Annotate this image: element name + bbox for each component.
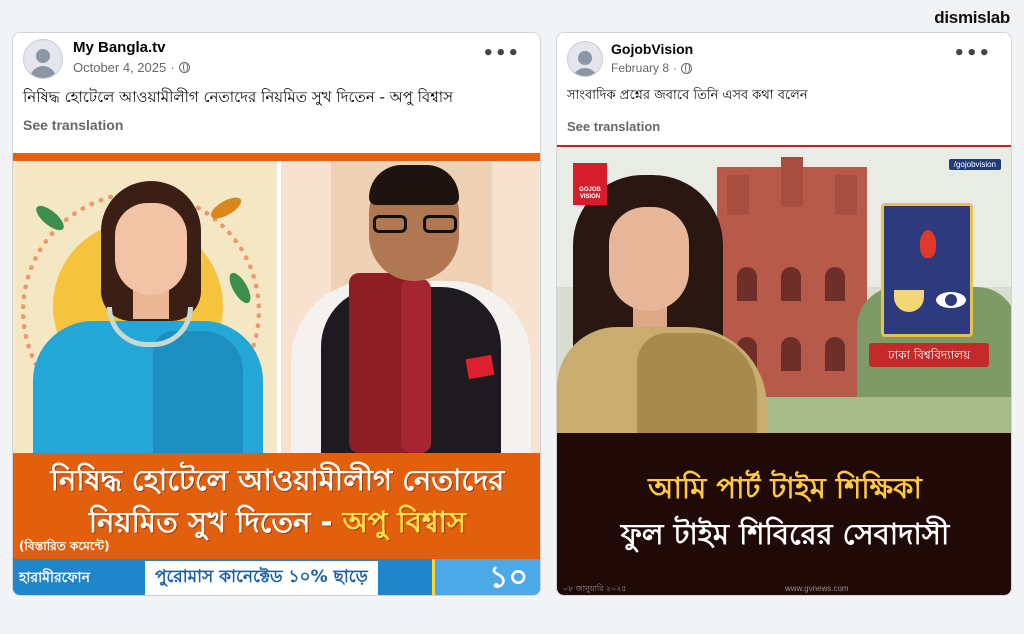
gojobvision-logo: GOJOB VISION [573, 163, 607, 205]
post-header: My Bangla.tv October 4, 2025 · ••• [13, 33, 540, 87]
globe-icon [681, 62, 693, 74]
post-caption: সাংবাদিক প্রশ্নের জবাবে তিনি এসব কথা বলে… [567, 88, 808, 103]
page-name[interactable]: GojobVision [611, 41, 693, 57]
see-translation-link[interactable]: See translation [13, 107, 540, 133]
page-avatar[interactable] [567, 41, 603, 77]
post-meta: October 4, 2025 · [73, 60, 190, 75]
banner-line-1: নিষিদ্ধ হোটেলে আওয়ামীলীগ নেতাদের [50, 463, 505, 497]
post-image[interactable]: ঢাকা বিশ্ববিদ্যালয় GOJOB VISION /gojobv… [557, 145, 1011, 595]
man-photo [281, 161, 540, 453]
page-name[interactable]: My Bangla.tv [73, 39, 166, 56]
woman-photo [13, 161, 277, 461]
crest-ribbon: ঢাকা বিশ্ববিদ্যালয় [869, 343, 989, 367]
image-date: ০৮ জানুয়ারি ২০২৫ [563, 584, 627, 593]
more-options-icon[interactable]: ••• [953, 45, 991, 63]
ad-strip: হারামীরফোন পুরোমাস কানেক্টেড ১০% ছাড়ে ১… [13, 559, 540, 595]
banner-line-2: ফুল টাইম শিবিরের সেবাদাসী [620, 517, 950, 551]
more-options-icon[interactable]: ••• [482, 45, 520, 63]
headline-banner: আমি পার্ট টাইম শিক্ষিকা ফুল টাইম শিবিরের… [557, 433, 1011, 595]
university-crest [881, 203, 973, 337]
dismislab-logo: dismislab [934, 8, 1010, 27]
ad-logo: হারামীরফোন [19, 570, 90, 586]
comment-tag: (বিস্তারিত কমেন্টে) [13, 536, 116, 560]
see-translation-link[interactable]: See translation [557, 105, 1011, 134]
post-date[interactable]: October 4, 2025 [73, 60, 166, 75]
banner-highlight: অপু বিশ্বাস [342, 505, 467, 539]
globe-icon [178, 62, 190, 73]
ad-text: পুরোমাস কানেক্টেড ১০% ছাড়ে [145, 561, 378, 595]
page-avatar[interactable] [23, 39, 63, 79]
social-handle: /gojobvision [948, 159, 1001, 170]
banner-line-2: নিয়মিত সুখ দিতেন - [88, 505, 343, 539]
ad-number: ১০ [489, 560, 528, 595]
woman-photo: ঢাকা বিশ্ববিদ্যালয় GOJOB VISION /gojobv… [557, 147, 1011, 433]
facebook-post: GojobVision February 8 · ••• সাংবাদিক প্… [556, 32, 1012, 596]
post-caption: নিষিদ্ধ হোটেলে আওয়ামীলীগ নেতাদের নিয়মি… [23, 88, 454, 106]
image-website: www.gvnews.com [785, 584, 849, 593]
facebook-post: My Bangla.tv October 4, 2025 · ••• নিষিদ… [12, 32, 541, 596]
post-image[interactable]: নিষিদ্ধ হোটেলে আওয়ামীলীগ নেতাদের নিয়মি… [13, 153, 540, 595]
post-header: GojobVision February 8 · ••• [557, 33, 1011, 87]
post-meta: February 8 · [611, 61, 693, 75]
post-date[interactable]: February 8 [611, 61, 669, 75]
banner-line-1: আমি পার্ট টাইম শিক্ষিকা [648, 471, 922, 505]
